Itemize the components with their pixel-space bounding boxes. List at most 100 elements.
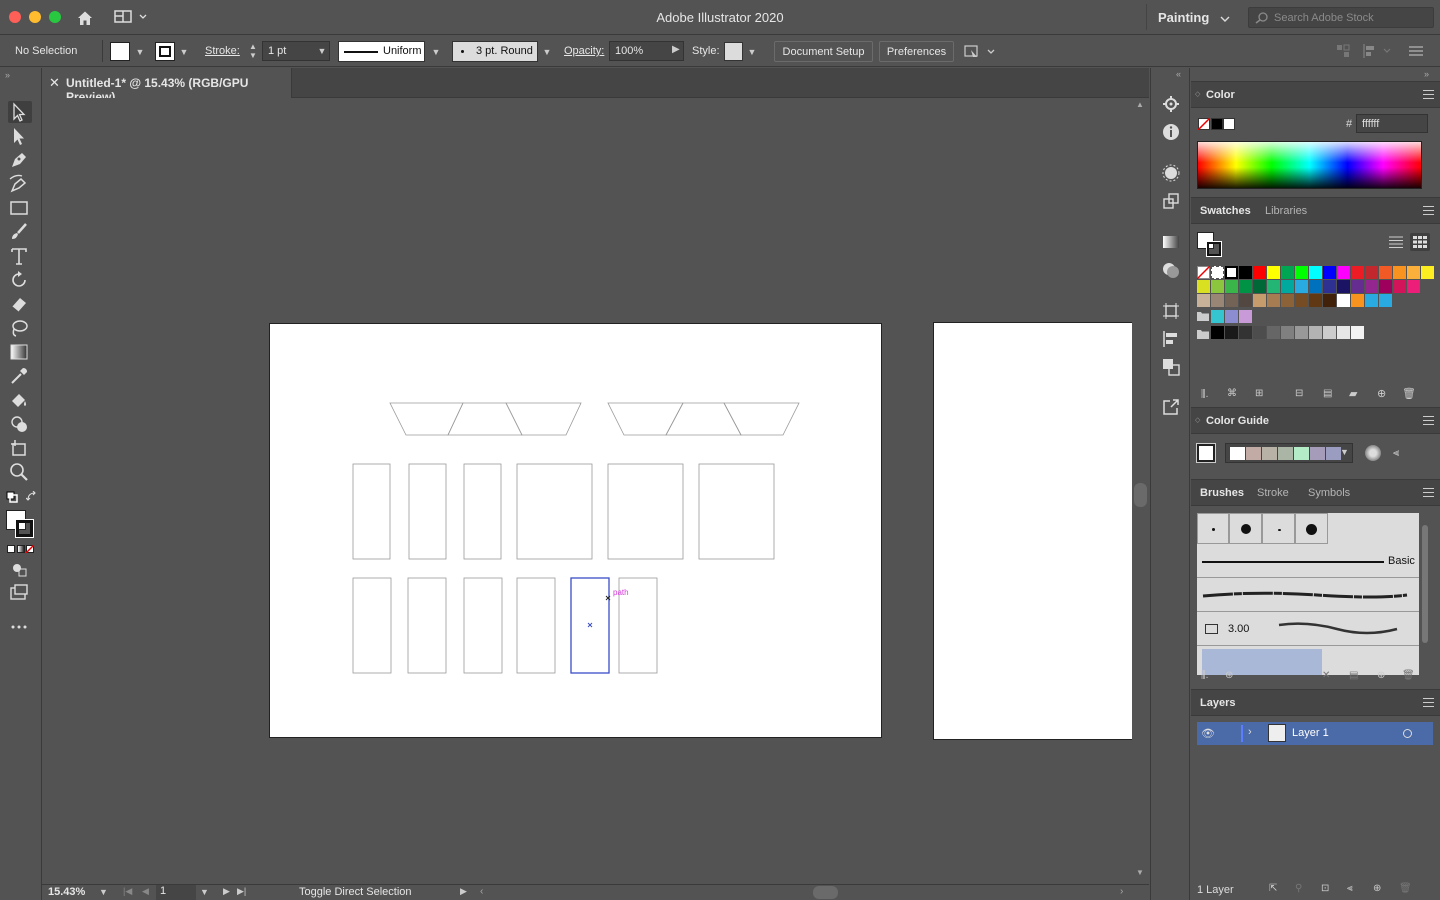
stroke-swatch[interactable]	[1206, 241, 1222, 257]
fill-color-swatch[interactable]	[110, 42, 130, 61]
color-swatch[interactable]	[1323, 326, 1336, 339]
color-swatch[interactable]	[1337, 280, 1350, 293]
color-swatch[interactable]	[1351, 266, 1364, 279]
scrollbar-thumb[interactable]	[1134, 483, 1147, 507]
tab-swatches[interactable]: Swatches	[1200, 205, 1251, 217]
eye-icon[interactable]: 👁	[1201, 727, 1215, 740]
color-swatch[interactable]	[1295, 266, 1308, 279]
none-mode-button[interactable]	[26, 545, 34, 553]
color-swatch[interactable]	[1225, 294, 1238, 307]
color-swatch[interactable]	[1407, 266, 1420, 279]
new-swatch-icon[interactable]: ⊕	[1377, 387, 1386, 400]
show-swatch-kinds-icon[interactable]: ⊞	[1255, 388, 1263, 399]
chevron-right-icon[interactable]: ▶	[672, 44, 680, 55]
layer-row[interactable]: 👁 › Layer 1	[1197, 722, 1433, 745]
brush-definition[interactable]: 3 pt. Round	[452, 41, 538, 62]
color-swatch[interactable]	[1253, 294, 1266, 307]
color-swatch[interactable]	[1281, 294, 1294, 307]
chevron-right-icon[interactable]: ›	[1248, 726, 1252, 738]
tab-libraries[interactable]: Libraries	[1265, 205, 1307, 217]
artboards-panel-icon[interactable]	[1162, 302, 1180, 320]
color-swatch[interactable]	[1393, 280, 1406, 293]
tab-color-guide[interactable]: Color Guide	[1206, 415, 1269, 427]
hex-input[interactable]: ffffff	[1356, 114, 1428, 133]
color-swatch[interactable]	[1295, 280, 1308, 293]
stroke-swatch[interactable]	[15, 519, 34, 538]
tab-color[interactable]: Color	[1206, 89, 1235, 101]
tab-layers[interactable]: Layers	[1200, 697, 1235, 709]
direct-selection-tool[interactable]	[8, 125, 32, 147]
collapse-toolbar-icon[interactable]: »	[5, 70, 10, 80]
stroke-label[interactable]: Stroke:	[205, 45, 240, 57]
color-swatch[interactable]	[1295, 326, 1308, 339]
previous-artboard-icon[interactable]: ◀	[142, 886, 149, 897]
color-swatch[interactable]	[1225, 280, 1238, 293]
swap-fill-stroke-icon[interactable]	[25, 490, 38, 506]
white-swatch[interactable]	[1223, 118, 1235, 130]
color-swatch[interactable]	[1281, 266, 1294, 279]
document-tab[interactable]: ✕ Untitled-1* @ 15.43% (RGB/GPU Preview)	[42, 68, 292, 104]
artboard-tool[interactable]	[8, 437, 32, 459]
color-mode-button[interactable]	[7, 545, 15, 553]
color-swatch[interactable]	[1407, 280, 1420, 293]
minimize-window-button[interactable]	[29, 11, 41, 23]
status-menu-icon[interactable]: ▶	[460, 886, 467, 897]
new-sublayer-icon[interactable]: ⫷	[1347, 883, 1353, 894]
export-icon[interactable]	[1162, 398, 1180, 416]
brush-swatch[interactable]	[1295, 513, 1328, 544]
selection-tool-options-icon[interactable]	[963, 43, 999, 61]
collapse-panels-icon[interactable]: »	[1424, 69, 1429, 79]
opacity-field[interactable]: 100% ▶	[609, 41, 684, 61]
color-swatch[interactable]	[1309, 294, 1322, 307]
color-swatch[interactable]	[1197, 294, 1210, 307]
color-swatch[interactable]	[1365, 294, 1378, 307]
graphic-style-swatch[interactable]	[724, 42, 743, 61]
color-panel-header[interactable]: ◇ Color	[1191, 81, 1440, 108]
arrange-documents-icon[interactable]	[114, 9, 148, 25]
grid-view-icon[interactable]	[1410, 233, 1430, 251]
color-swatch[interactable]	[1197, 280, 1210, 293]
swatch-group-folder-icon[interactable]	[1197, 310, 1209, 321]
artboard-1[interactable]: path	[269, 323, 882, 738]
chevron-down-icon[interactable]: ▼	[316, 45, 328, 57]
zoom-tool[interactable]	[8, 461, 32, 483]
more-tools-icon[interactable]	[8, 616, 32, 638]
harmony-color-swatch[interactable]	[1246, 447, 1261, 460]
chevron-down-icon[interactable]: ▼	[134, 46, 146, 58]
tab-symbols[interactable]: Symbols	[1308, 487, 1350, 499]
color-swatch[interactable]	[1281, 326, 1294, 339]
gradient-mode-button[interactable]	[17, 545, 25, 553]
color-swatch[interactable]	[1267, 326, 1280, 339]
scroll-left-icon[interactable]: ‹	[480, 886, 483, 897]
document-setup-button[interactable]: Document Setup	[774, 41, 873, 62]
color-swatch[interactable]	[1281, 280, 1294, 293]
color-swatch[interactable]	[1365, 266, 1378, 279]
live-paint-bucket-tool[interactable]	[8, 389, 32, 411]
chevron-down-icon[interactable]: ▼	[746, 46, 758, 58]
harmony-color-swatch[interactable]	[1326, 447, 1341, 460]
variable-width-profile[interactable]: Uniform	[338, 41, 425, 62]
color-swatch[interactable]	[1421, 266, 1434, 279]
charcoal-brush-row[interactable]	[1197, 579, 1419, 612]
harmony-color-swatch[interactable]	[1310, 447, 1325, 460]
tab-stroke[interactable]: Stroke	[1257, 487, 1289, 499]
color-swatch[interactable]	[1267, 280, 1280, 293]
scroll-up-icon[interactable]: ▲	[1136, 100, 1144, 109]
brushes-scrollbar[interactable]	[1421, 513, 1429, 665]
gradient-tool[interactable]	[8, 341, 32, 363]
transform-icon[interactable]	[1162, 192, 1180, 210]
color-swatch[interactable]	[1253, 280, 1266, 293]
color-swatch[interactable]	[1225, 310, 1238, 323]
trash-icon[interactable]: 🗑	[1402, 387, 1416, 400]
panel-options-icon[interactable]: ◇	[1195, 416, 1200, 424]
color-swatch[interactable]	[1309, 326, 1322, 339]
swatch-options-icon[interactable]: ⊟	[1295, 388, 1303, 399]
chevron-down-icon[interactable]: ▼	[178, 46, 190, 58]
type-tool[interactable]	[8, 245, 32, 267]
add-to-library-icon[interactable]: ⌘	[1227, 388, 1237, 399]
pen-tool[interactable]	[8, 149, 32, 171]
width-profile-brush-row[interactable]: 3.00	[1197, 613, 1419, 646]
workspace-switcher[interactable]: Painting	[1146, 4, 1238, 30]
tab-brushes[interactable]: Brushes	[1200, 487, 1244, 499]
harmony-rules-dropdown[interactable]	[1225, 443, 1353, 463]
